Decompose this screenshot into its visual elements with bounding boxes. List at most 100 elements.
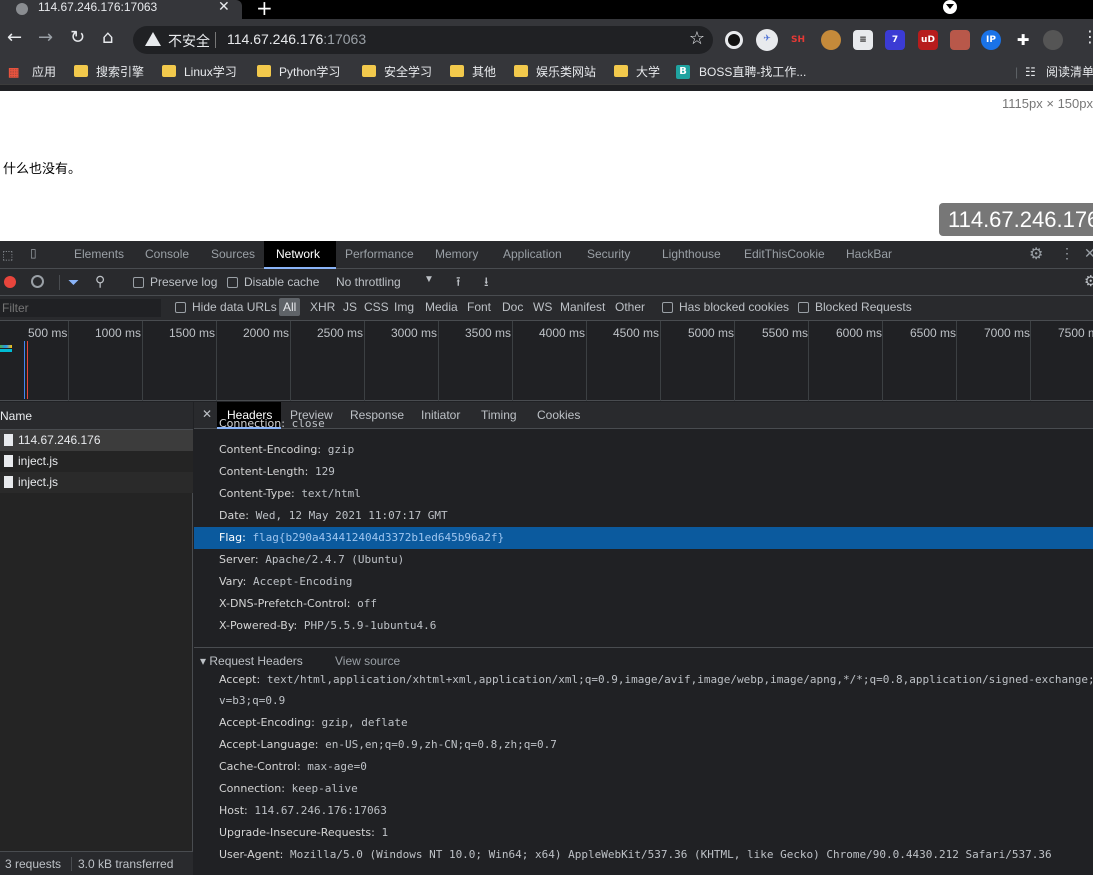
device-toggle-icon[interactable]: ▯ xyxy=(30,246,37,260)
tab-memory[interactable]: Memory xyxy=(435,247,478,261)
header-key: Content-Type: xyxy=(219,487,295,500)
bookmark-folder-entertainment[interactable]: 娱乐类网站 xyxy=(536,64,596,80)
bookmark-folder-python[interactable]: Python学习 xyxy=(279,64,340,80)
request-row[interactable]: inject.js xyxy=(0,472,193,493)
bookmark-apps[interactable]: 应用 xyxy=(32,64,56,80)
tab-application[interactable]: Application xyxy=(503,247,562,261)
extension-glasses-icon[interactable] xyxy=(950,30,970,50)
request-row[interactable]: inject.js xyxy=(0,451,193,472)
filter-type-manifest[interactable]: Manifest xyxy=(560,300,605,314)
apps-grid-icon[interactable]: ▦ xyxy=(8,64,19,80)
export-har-icon[interactable]: ⭳ xyxy=(484,273,489,295)
request-count: 3 requests xyxy=(5,857,62,871)
filter-type-other[interactable]: Other xyxy=(615,300,645,314)
clear-icon[interactable] xyxy=(31,275,44,288)
filter-input[interactable] xyxy=(0,299,161,317)
bookmark-folder-linux[interactable]: Linux学习 xyxy=(184,64,237,80)
preserve-log-checkbox[interactable] xyxy=(133,277,144,288)
tab-elements[interactable]: Elements xyxy=(74,247,124,261)
timeline-gridline xyxy=(956,321,957,401)
request-row[interactable]: 114.67.246.176 xyxy=(0,430,193,451)
search-icon[interactable]: ⚲ xyxy=(95,273,105,290)
filter-funnel-icon[interactable]: ⏷ xyxy=(68,274,79,291)
record-icon[interactable] xyxy=(4,276,16,288)
extension-badge-icon[interactable]: 7 xyxy=(885,30,905,50)
settings-gear-icon[interactable]: ⚙ xyxy=(1029,244,1043,264)
timeline-tick-label: 1500 ms xyxy=(169,326,216,340)
bookmark-folder-other[interactable]: 其他 xyxy=(472,64,496,80)
folder-icon xyxy=(162,65,176,77)
request-name: inject.js xyxy=(18,475,59,489)
new-tab-button[interactable]: + xyxy=(256,0,273,20)
close-devtools-icon[interactable]: ✕ xyxy=(1084,245,1093,262)
more-menu-icon[interactable]: ⋮ xyxy=(1082,26,1093,48)
filter-type-css[interactable]: CSS xyxy=(364,300,389,314)
extension-circle-icon[interactable] xyxy=(725,31,743,49)
chevron-down-icon[interactable]: ▼ xyxy=(424,274,434,285)
filter-type-doc[interactable]: Doc xyxy=(502,300,523,314)
blocked-cookies-checkbox[interactable] xyxy=(662,302,673,313)
network-timeline-overview[interactable]: 500 ms 1000 ms 1500 ms 2000 ms 2500 ms 3… xyxy=(0,321,1093,401)
filter-type-img[interactable]: Img xyxy=(394,300,414,314)
timeline-tick-label: 5500 ms xyxy=(762,326,809,340)
tab-network[interactable]: Network xyxy=(276,247,320,261)
transferred-size: 3.0 kB transferred xyxy=(78,857,174,871)
tab-security[interactable]: Security xyxy=(587,247,630,261)
tab-search-icon[interactable] xyxy=(943,0,957,14)
extensions-puzzle-icon[interactable]: ✚ xyxy=(1013,30,1033,50)
header-row: Accept-Language: en-US,en;q=0.9,zh-CN;q=… xyxy=(194,734,1093,756)
extension-sh-icon[interactable]: SH xyxy=(788,30,808,50)
extension-bird-icon[interactable]: ✈ xyxy=(756,29,778,51)
address-bar[interactable]: 不安全 114.67.246.176:17063 ☆ xyxy=(133,26,713,54)
tab-lighthouse[interactable]: Lighthouse xyxy=(662,247,721,261)
url-text[interactable]: 114.67.246.176:17063 xyxy=(227,31,366,47)
extension-cookie-icon[interactable] xyxy=(821,30,841,50)
tab-editthiscookie[interactable]: EditThisCookie xyxy=(744,247,825,261)
blocked-requests-checkbox[interactable] xyxy=(798,302,809,313)
timeline-tick-label: 6500 ms xyxy=(910,326,957,340)
tab-sources[interactable]: Sources xyxy=(211,247,255,261)
forward-icon[interactable]: → xyxy=(38,27,53,49)
devtools-menu-icon[interactable]: ⋮ xyxy=(1060,245,1074,262)
filter-type-xhr[interactable]: XHR xyxy=(310,300,335,314)
divider xyxy=(71,857,72,871)
filter-type-ws[interactable]: WS xyxy=(533,300,552,314)
bookmark-star-icon[interactable]: ☆ xyxy=(689,28,705,49)
tab-hackbar[interactable]: HackBar xyxy=(846,247,892,261)
request-headers-title[interactable]: ▾ Request Headers xyxy=(200,654,303,668)
import-har-icon[interactable]: ⭱ xyxy=(456,273,461,295)
inspect-icon[interactable]: ⬚ xyxy=(2,248,13,262)
profile-avatar[interactable] xyxy=(1043,30,1063,50)
filter-type-media[interactable]: Media xyxy=(425,300,458,314)
network-settings-icon[interactable]: ⚙ xyxy=(1084,272,1093,290)
hide-data-urls-checkbox[interactable] xyxy=(175,302,186,313)
bookmark-boss[interactable]: BOSS直聘-找工作... xyxy=(699,64,806,80)
tab-close-icon[interactable]: ✕ xyxy=(218,0,230,15)
filter-type-font[interactable]: Font xyxy=(467,300,491,314)
extension-ublock-icon[interactable]: uD xyxy=(918,30,938,50)
reading-list[interactable]: 阅读清单 xyxy=(1046,64,1093,80)
throttling-select[interactable]: No throttling xyxy=(336,275,401,289)
extension-list-icon[interactable]: ≡ xyxy=(853,30,873,50)
reading-list-icon[interactable]: ☷ xyxy=(1025,64,1036,80)
header-row-flag-selected[interactable]: Flag: flag{b290a434412404d3372b1ed645b96… xyxy=(194,527,1093,549)
bookmark-folder-university[interactable]: 大学 xyxy=(636,64,660,80)
back-icon[interactable]: ← xyxy=(7,27,22,49)
bookmark-folder-search[interactable]: 搜索引擎 xyxy=(96,64,144,80)
filter-type-js[interactable]: JS xyxy=(343,300,357,314)
bookmark-folder-security[interactable]: 安全学习 xyxy=(384,64,432,80)
reload-icon[interactable]: ↻ xyxy=(70,27,85,49)
name-column-header[interactable]: Name xyxy=(0,402,193,430)
browser-tab[interactable]: 114.67.246.176:17063 ✕ xyxy=(0,0,242,19)
disable-cache-checkbox[interactable] xyxy=(227,277,238,288)
tab-performance[interactable]: Performance xyxy=(345,247,414,261)
view-source-link[interactable]: View source xyxy=(335,654,400,668)
insecure-label[interactable]: 不安全 xyxy=(168,31,210,51)
tab-console[interactable]: Console xyxy=(145,247,189,261)
header-row: X-DNS-Prefetch-Control: off xyxy=(194,593,1093,615)
timeline-tick-label: 3000 ms xyxy=(391,326,438,340)
extension-ip-icon[interactable]: IP xyxy=(981,30,1001,50)
filter-type-all[interactable]: All xyxy=(279,298,301,316)
home-icon[interactable]: ⌂ xyxy=(102,27,113,49)
header-key: Host: xyxy=(219,804,248,817)
